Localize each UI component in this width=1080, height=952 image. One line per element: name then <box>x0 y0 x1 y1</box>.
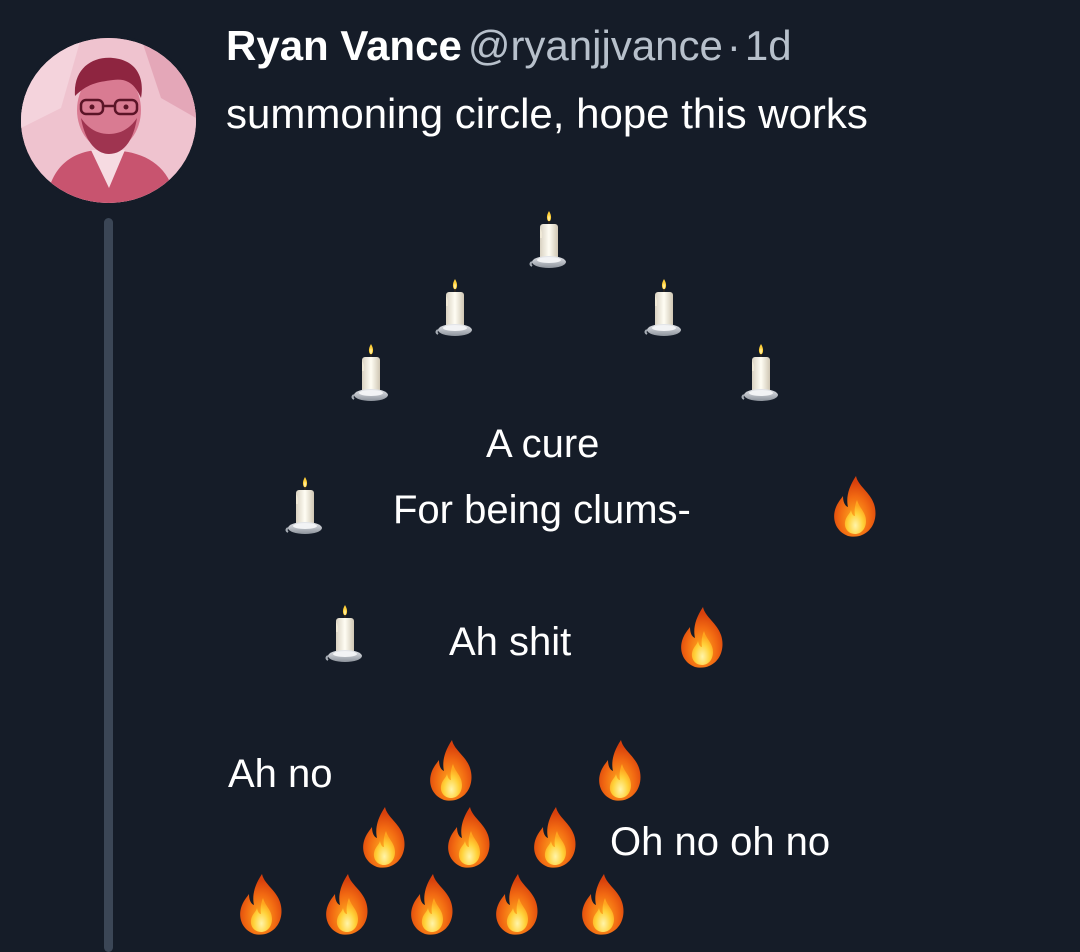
user-avatar-photo-icon <box>21 38 196 203</box>
fire-icon <box>828 474 884 538</box>
fire-icon <box>424 738 480 802</box>
fire-icon <box>442 805 498 869</box>
candle-icon <box>277 476 333 540</box>
candle-icon <box>317 604 373 668</box>
tweet-header: Ryan Vance @ryanjjvance·1d <box>226 18 792 74</box>
candle-icon <box>636 278 692 342</box>
candle-icon <box>521 210 577 274</box>
poem-line-5: Oh no oh no <box>610 820 831 864</box>
candle-icon <box>733 343 789 407</box>
fire-icon <box>593 738 649 802</box>
fire-icon <box>405 872 461 936</box>
fire-icon <box>675 605 731 669</box>
timestamp[interactable]: 1d <box>745 22 792 69</box>
candle-icon <box>343 343 399 407</box>
separator-dot: · <box>726 22 741 69</box>
poem-line-4: Ah no <box>228 752 333 796</box>
poem-line-1: A cure <box>486 422 600 466</box>
fire-icon <box>357 805 413 869</box>
poem-line-3: Ah shit <box>449 620 572 664</box>
poem-line-2: For being clums- <box>393 488 691 532</box>
candle-icon <box>427 278 483 342</box>
user-handle[interactable]: @ryanjjvance <box>468 22 723 69</box>
tweet-text: summoning circle, hope this works <box>226 90 868 137</box>
fire-icon <box>320 872 376 936</box>
display-name[interactable]: Ryan Vance <box>226 22 462 69</box>
fire-icon <box>490 872 546 936</box>
fire-icon <box>234 872 290 936</box>
avatar[interactable] <box>18 35 199 206</box>
fire-icon <box>528 805 584 869</box>
thread-line <box>104 218 113 952</box>
fire-icon <box>576 872 632 936</box>
